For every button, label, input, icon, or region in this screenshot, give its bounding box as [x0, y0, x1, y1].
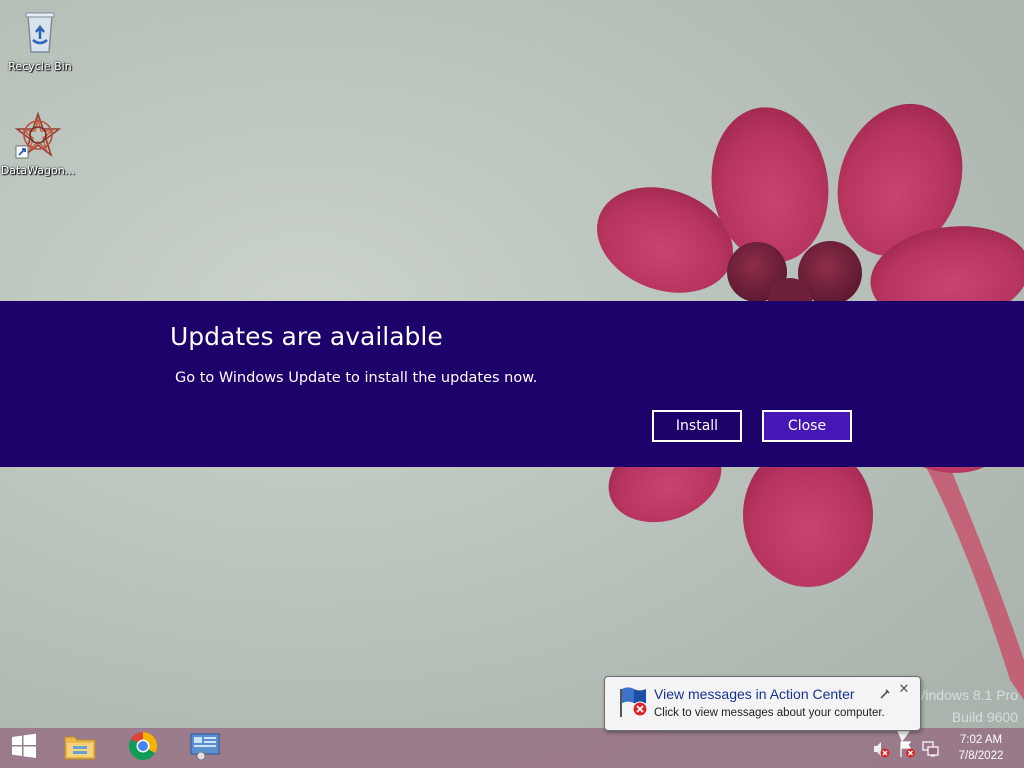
close-button[interactable]: Close — [762, 410, 852, 442]
recycle-bin-icon — [16, 8, 64, 56]
desktop-screen: Recycle Bin DataWagon... Windows 8.1 Pro… — [0, 0, 1024, 768]
start-button[interactable] — [4, 732, 44, 764]
taskbar-control-panel[interactable] — [185, 732, 225, 764]
action-center-balloon[interactable]: View messages in Action Center Click to … — [604, 676, 921, 731]
taskbar-clock[interactable]: 7:02 AM 7/8/2022 — [950, 732, 1012, 764]
network-icon[interactable] — [921, 740, 939, 758]
desktop-icon-label: Recycle Bin — [8, 60, 72, 73]
balloon-title[interactable]: View messages in Action Center — [654, 686, 855, 702]
clock-date: 7/8/2022 — [958, 750, 1004, 762]
banner-title: Updates are available — [170, 322, 443, 351]
install-button[interactable]: Install — [652, 410, 742, 442]
action-center-error-icon[interactable] — [898, 740, 916, 758]
start-icon — [11, 733, 37, 763]
balloon-text: Click to view messages about your comput… — [654, 707, 885, 719]
volume-muted-icon[interactable] — [872, 740, 890, 758]
datawagon-icon — [14, 111, 62, 160]
taskbar-chrome[interactable] — [123, 732, 163, 764]
balloon-close-icon[interactable]: ✕ — [897, 683, 911, 697]
desktop-icon-recycle-bin[interactable]: Recycle Bin — [2, 8, 78, 73]
file-explorer-icon — [63, 731, 97, 765]
desktop-icon-label: DataWagon... — [0, 164, 76, 177]
chrome-icon — [128, 731, 158, 765]
clock-time: 7:02 AM — [959, 734, 1003, 746]
watermark-build: Build 9600 — [951, 709, 1018, 725]
banner-message: Go to Windows Update to install the upda… — [175, 370, 538, 386]
windows-version-watermark: Windows 8.1 Pro Build 9600 — [912, 684, 1018, 728]
action-center-flag-icon — [615, 685, 651, 719]
taskbar: 7:02 AM 7/8/2022 — [0, 728, 1024, 768]
watermark-edition: Windows 8.1 Pro — [912, 687, 1018, 703]
taskbar-file-explorer[interactable] — [60, 732, 100, 764]
desktop-icon-datawagon[interactable]: DataWagon... — [0, 111, 76, 177]
control-panel-icon — [189, 731, 221, 765]
balloon-options-icon[interactable] — [879, 685, 891, 699]
